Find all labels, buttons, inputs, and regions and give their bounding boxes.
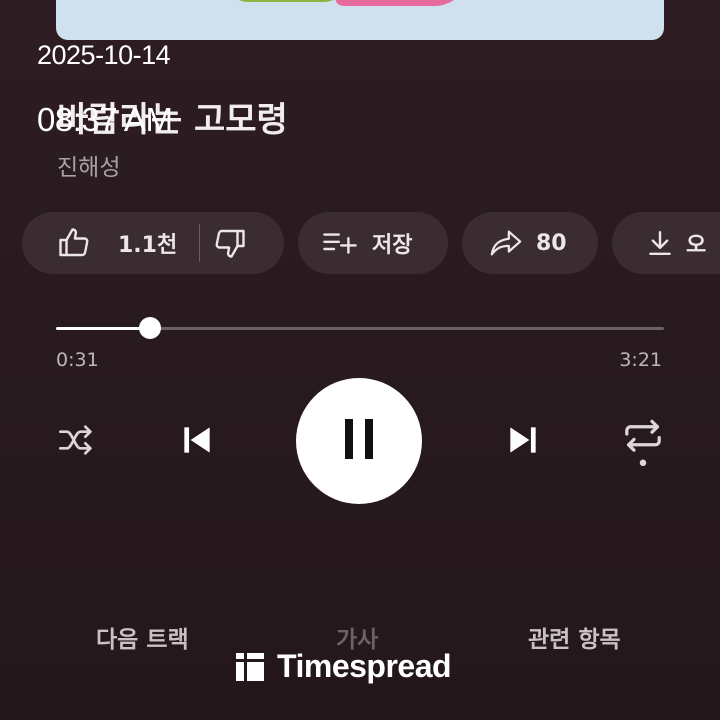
tab-up-next[interactable]: 다음 트랙	[96, 620, 189, 654]
save-label: 저장	[372, 233, 413, 258]
status-time: 08:37 AM	[37, 101, 173, 138]
thumbs-down-icon[interactable]	[212, 225, 248, 261]
share-count: 80	[536, 230, 567, 256]
thumbs-up-icon[interactable]	[56, 225, 92, 261]
save-button[interactable]: 저장	[298, 212, 448, 274]
repeat-button[interactable]	[616, 416, 670, 474]
pause-button[interactable]	[296, 378, 422, 504]
watermark: Timespread	[235, 648, 452, 685]
pause-icon	[339, 415, 379, 467]
elapsed-time: 0:31	[56, 349, 99, 371]
like-dislike-pill: 1.1천	[22, 212, 284, 274]
watermark-logo-icon	[235, 652, 265, 682]
progress-fill	[56, 327, 150, 330]
progress-thumb[interactable]	[138, 317, 161, 339]
next-button[interactable]	[498, 418, 548, 466]
share-button[interactable]: 80	[462, 212, 598, 274]
progress-bar[interactable]	[56, 317, 664, 339]
skip-next-icon	[504, 421, 542, 463]
watermark-text: Timespread	[277, 648, 452, 684]
like-count[interactable]: 1.1천	[118, 227, 177, 259]
tab-related[interactable]: 관련 항목	[528, 620, 621, 654]
download-icon	[648, 228, 672, 258]
download-label: 오	[686, 233, 707, 258]
divider	[199, 224, 201, 262]
artist-name[interactable]: 진해성	[57, 148, 120, 182]
share-icon	[488, 226, 524, 260]
status-date: 2025-10-14	[37, 40, 171, 70]
total-time: 3:21	[619, 349, 662, 371]
album-art	[56, 0, 664, 40]
skip-previous-icon	[178, 421, 216, 463]
download-button[interactable]: 오	[612, 212, 720, 274]
previous-button[interactable]	[172, 418, 222, 466]
shuffle-button[interactable]	[52, 420, 102, 464]
shuffle-icon	[57, 423, 97, 461]
repeat-icon	[621, 416, 665, 474]
playlist-add-icon	[322, 228, 358, 258]
